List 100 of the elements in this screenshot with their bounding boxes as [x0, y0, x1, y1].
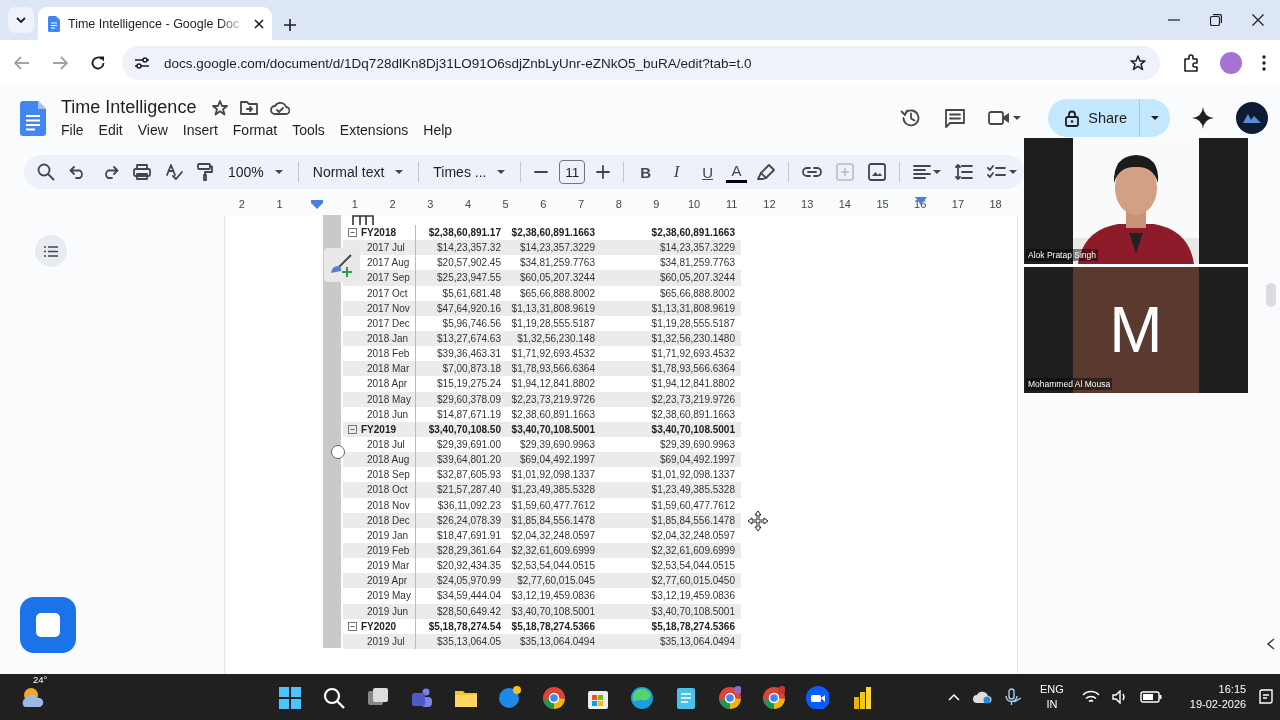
- row-label: 2018 Jun: [367, 408, 409, 420]
- menu-item[interactable]: Extensions: [333, 121, 415, 139]
- table-cell-text: $60,05,207.3244: [518, 272, 596, 284]
- table-cell-text: $35,13,064.0494: [518, 635, 596, 647]
- table-cell-text: $3,40,70,108.5001: [650, 423, 736, 435]
- url-text: docs.google.com/document/d/1Dq728dlKn8Dj31LO91O6sdjZnbLyUnr-eZNkO5_buRA/edit?tab=t.0: [164, 55, 753, 71]
- row-label: 2018 Oct: [367, 484, 408, 496]
- underline-button[interactable]: U: [695, 159, 720, 185]
- bold-button[interactable]: B: [633, 159, 659, 185]
- row-label: 2018 Feb: [367, 348, 410, 360]
- share-button[interactable]: Share: [1048, 99, 1170, 137]
- table-cell-text: $2,23,73,219.9726: [510, 393, 596, 405]
- table-cell-text: $1,78,93,566.6364: [650, 363, 736, 375]
- temperature: 24°: [33, 674, 48, 685]
- table-cell-text: $28,50,649.42: [436, 605, 502, 617]
- table-cell-text: $28,29,361.64: [436, 545, 502, 556]
- ruler-number: 13: [800, 198, 815, 210]
- table-cell-text: $1,94,12,841.8802: [650, 378, 736, 390]
- font-dropdown[interactable]: Times ...: [427, 164, 513, 180]
- row-label: 2018 Nov: [367, 499, 410, 511]
- row-label: 2017 Oct: [367, 287, 408, 299]
- font-size-field[interactable]: 11: [559, 160, 586, 184]
- table-cell-text: $5,18,78,274.5366: [650, 620, 736, 632]
- clock[interactable]: 16:15 19-02-2026: [1189, 682, 1247, 712]
- table-cell-text: $1,01,92,098.1337: [510, 469, 596, 481]
- ruler-number: 8: [614, 198, 623, 210]
- ruler-number: 9: [652, 198, 661, 210]
- ruler-number: 11: [725, 198, 739, 210]
- row-label: 2018 Dec: [367, 514, 410, 526]
- table-cell-text: $35,13,064.0494: [658, 635, 736, 647]
- row-label: FY2020: [361, 620, 397, 632]
- table-cell-text: $7,00,873.18: [441, 363, 502, 375]
- table-cell-text: $21,57,287.40: [436, 484, 502, 496]
- row-label: 2017 Jul: [367, 242, 405, 254]
- menu-item[interactable]: View: [131, 121, 174, 139]
- text-color-button[interactable]: A: [726, 161, 748, 183]
- table-cell-text: $2,38,60,891.17: [427, 227, 502, 239]
- table-cell-text: $65,66,888.8002: [658, 287, 736, 299]
- italic-button[interactable]: I: [664, 159, 690, 185]
- row-label: 2019 Jan: [367, 529, 409, 541]
- participant-name: Mohammed Al Mousa: [1026, 378, 1113, 390]
- table-cell-text: $5,18,78,274.54: [427, 620, 502, 632]
- row-label: 2019 Jun: [367, 605, 409, 617]
- table-cell-text: $1,19,28,555.5187: [510, 317, 596, 329]
- table-cell-text: $36,11,092.23: [436, 499, 502, 511]
- table-cell-text: $60,05,207.3244: [658, 272, 736, 284]
- row-label: 2018 Aug: [367, 454, 410, 466]
- table-cell-text: $3,40,70,108.5001: [510, 605, 596, 617]
- table-cell-text: $18,47,691.91: [436, 529, 502, 541]
- ruler-number: 10: [686, 198, 702, 210]
- table-cell-text: $24,05,970.99: [436, 575, 502, 587]
- menu-item[interactable]: Help: [417, 121, 459, 139]
- table-cell-text: $25,23,947.55: [436, 272, 502, 284]
- table-cell-text: $2,04,32,248.0597: [650, 529, 736, 541]
- language-indicator[interactable]: ENG IN: [1040, 682, 1064, 712]
- address-field[interactable]: docs.google.com/document/d/1Dq728dlKn8Dj31LO91O6sdjZnbLyUnr-eZNkO5_buRA/edit?tab=t.0: [122, 46, 1160, 80]
- table-cell-text: $1,71,92,693.4532: [510, 348, 596, 360]
- table-cell-text: $2,23,73,219.9726: [650, 393, 736, 405]
- table-cell-text: $3,40,70,108.5001: [510, 423, 596, 435]
- row-label: FY2019: [361, 423, 397, 435]
- table-cell-text: $1,59,60,477.7612: [510, 499, 596, 511]
- table-cell-text: $65,66,888.8002: [518, 287, 596, 299]
- table-cell-text: $1,19,28,555.5187: [650, 317, 736, 329]
- table-cell-text: $1,32,56,230.1480: [650, 333, 736, 345]
- table-cell-text: $29,39,690.9963: [658, 439, 736, 451]
- ruler-number: 7: [576, 198, 586, 210]
- table-cell-text: $39,64,801.20: [436, 454, 502, 466]
- table-cell-text: $2,53,54,044.0515: [650, 560, 736, 572]
- table-cell-text: $2,38,60,891.1663: [510, 408, 596, 420]
- row-label: 2017 Aug: [367, 257, 410, 269]
- table-cell-text: $14,23,357.3229: [518, 242, 596, 254]
- menu-item[interactable]: Insert: [176, 121, 224, 139]
- row-label: 2017 Dec: [367, 317, 410, 329]
- row-label: 2018 Apr: [367, 378, 408, 390]
- table-cell-text: $5,96,746.56: [441, 317, 502, 329]
- table-cell-text: $3,12,19,459.0836: [650, 590, 736, 602]
- ruler-number: 2: [388, 198, 397, 210]
- table-cell-text: $2,38,60,891.1663: [510, 227, 596, 239]
- menu-item[interactable]: Format: [226, 121, 284, 139]
- table-cell-text: $3,12,19,459.0836: [510, 590, 596, 602]
- ruler-number: 1: [350, 198, 359, 210]
- menu-item[interactable]: Edit: [92, 121, 129, 139]
- table-cell-text: $34,81,259.7763: [658, 257, 736, 269]
- style-dropdown[interactable]: Normal text: [306, 164, 411, 180]
- browser-tab[interactable]: Time Intelligence - Google Doc: [38, 7, 272, 40]
- row-label: 2019 Feb: [367, 545, 410, 556]
- row-label: 2018 May: [367, 393, 411, 405]
- table-cell-text: $2,77,60,015.045: [516, 575, 596, 587]
- row-label: 2018 Jul: [367, 439, 405, 451]
- zoom-dropdown[interactable]: 100%: [222, 164, 290, 180]
- table-cell-text: $47,64,920.16: [436, 302, 502, 314]
- menu-item[interactable]: File: [55, 121, 90, 139]
- table-cell-text: $1,94,12,841.8802: [510, 378, 596, 390]
- table-cell-text: $13,27,674.63: [436, 333, 502, 345]
- ruler-number: 15: [875, 198, 890, 210]
- document-title[interactable]: Time Intelligence: [61, 97, 197, 118]
- menu-item[interactable]: Tools: [286, 121, 331, 139]
- table-cell-text: $14,23,357.32: [436, 242, 502, 254]
- table-cell-text: $39,36,463.31: [436, 348, 502, 360]
- row-label: 2019 Mar: [367, 560, 410, 572]
